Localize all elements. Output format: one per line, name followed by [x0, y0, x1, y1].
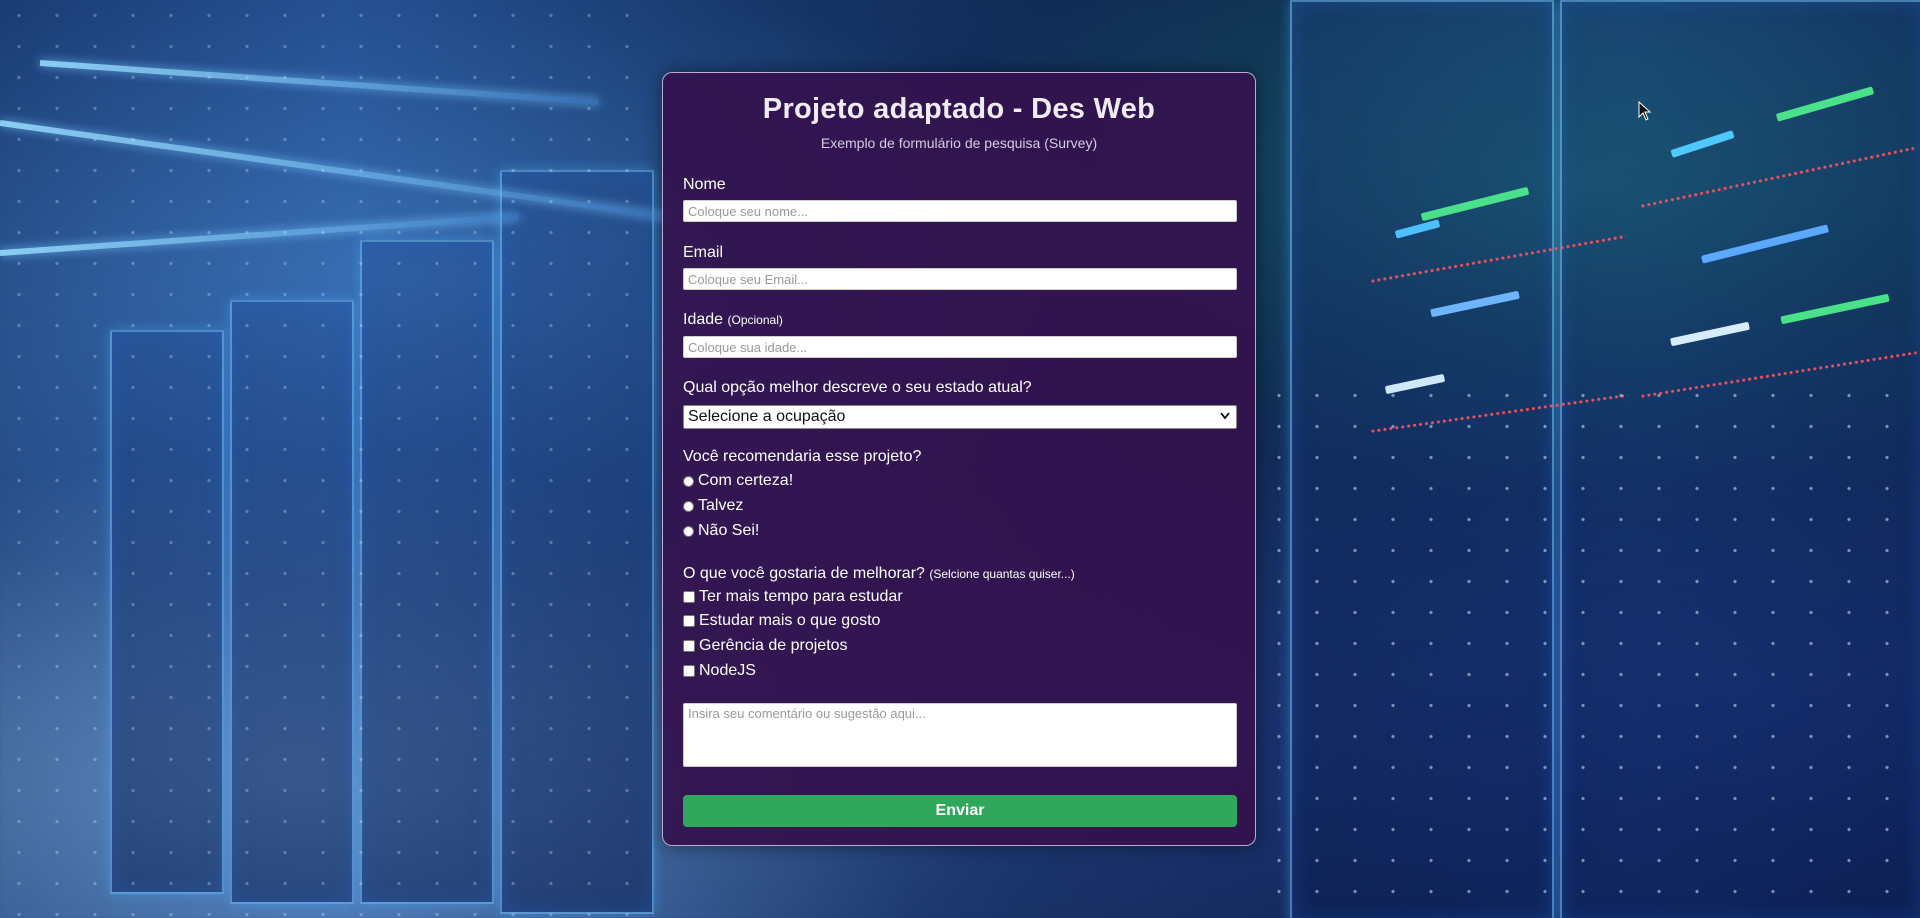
radio-button[interactable] [683, 500, 694, 512]
recommend-option[interactable]: Não Sei! [683, 521, 759, 541]
age-label: Idade (Opcional) [683, 311, 783, 329]
age-optional-hint: (Opcional) [727, 313, 783, 327]
improve-label-text: O que você gostaria de melhorar? [683, 565, 925, 582]
background-led [1420, 186, 1530, 222]
checkbox[interactable] [683, 591, 695, 603]
improve-option[interactable]: Gerência de projetos [683, 636, 848, 656]
improve-option-label: Gerência de projetos [699, 637, 848, 654]
recommend-option[interactable]: Com certeza! [683, 471, 793, 491]
improve-option-label: Ter mais tempo para estudar [699, 588, 903, 605]
comment-textarea[interactable] [683, 703, 1237, 767]
form-title: Projeto adaptado - Des Web [762, 93, 1156, 125]
background-rack [500, 170, 654, 914]
background-led [1670, 130, 1735, 158]
email-label: Email [683, 244, 724, 261]
background-rack [230, 300, 354, 904]
occupation-select[interactable]: Selecione a ocupação [683, 405, 1237, 429]
improve-option-label: NodeJS [699, 662, 756, 679]
recommend-option[interactable]: Talvez [683, 496, 743, 516]
checkbox[interactable] [683, 640, 695, 652]
mouse-cursor-icon [1638, 101, 1652, 121]
background-red-lights [1639, 146, 1915, 208]
background-rack [1560, 0, 1920, 918]
background-rack [360, 240, 494, 904]
improve-option-label: Estudar mais o que gosto [699, 612, 881, 629]
radio-button[interactable] [683, 475, 694, 487]
background-led [1700, 224, 1830, 264]
background-red-lights [1369, 234, 1627, 283]
name-input[interactable] [683, 200, 1237, 222]
age-input[interactable] [683, 336, 1237, 358]
improve-label: O que você gostaria de melhorar? (Selcio… [683, 565, 1075, 583]
background-beam [39, 60, 599, 106]
survey-form: Projeto adaptado - Des Web Exemplo de fo… [662, 72, 1256, 846]
checkbox[interactable] [683, 665, 695, 677]
checkbox[interactable] [683, 615, 695, 627]
background-particles [0, 0, 660, 918]
background-led [1430, 290, 1520, 318]
improve-option[interactable]: Estudar mais o que gosto [683, 611, 880, 631]
form-subtitle: Exemplo de formulário de pesquisa (Surve… [820, 135, 1098, 151]
name-label: Nome [683, 176, 726, 193]
recommend-label: Você recomendaria esse projeto? [683, 448, 922, 465]
recommend-option-label: Com certeza! [698, 472, 794, 489]
background-particles [1260, 380, 1920, 918]
submit-button[interactable]: Enviar [683, 795, 1237, 827]
background-red-lights [1639, 351, 1917, 398]
chevron-down-icon [1220, 409, 1230, 423]
radio-button[interactable] [683, 525, 694, 537]
background-led [1670, 321, 1750, 347]
background-red-lights [1369, 393, 1628, 433]
background-beam [0, 120, 674, 221]
occupation-selected-value: Selecione a ocupação [688, 408, 846, 425]
recommend-option-label: Talvez [698, 497, 744, 514]
background-led [1384, 373, 1446, 395]
background-rack [110, 330, 224, 894]
email-input[interactable] [683, 268, 1237, 290]
background-led [1775, 86, 1875, 122]
improve-hint: (Selcione quantas quiser...) [929, 567, 1075, 581]
background-led [1780, 293, 1890, 325]
occupation-label: Qual opção melhor descreve o seu estado … [683, 379, 1032, 396]
background-beam [0, 213, 519, 256]
recommend-option-label: Não Sei! [698, 522, 760, 539]
background-led [1394, 219, 1441, 239]
age-label-text: Idade [683, 311, 724, 328]
background-rack [1290, 0, 1554, 918]
improve-option[interactable]: NodeJS [683, 661, 756, 681]
improve-option[interactable]: Ter mais tempo para estudar [683, 587, 903, 607]
